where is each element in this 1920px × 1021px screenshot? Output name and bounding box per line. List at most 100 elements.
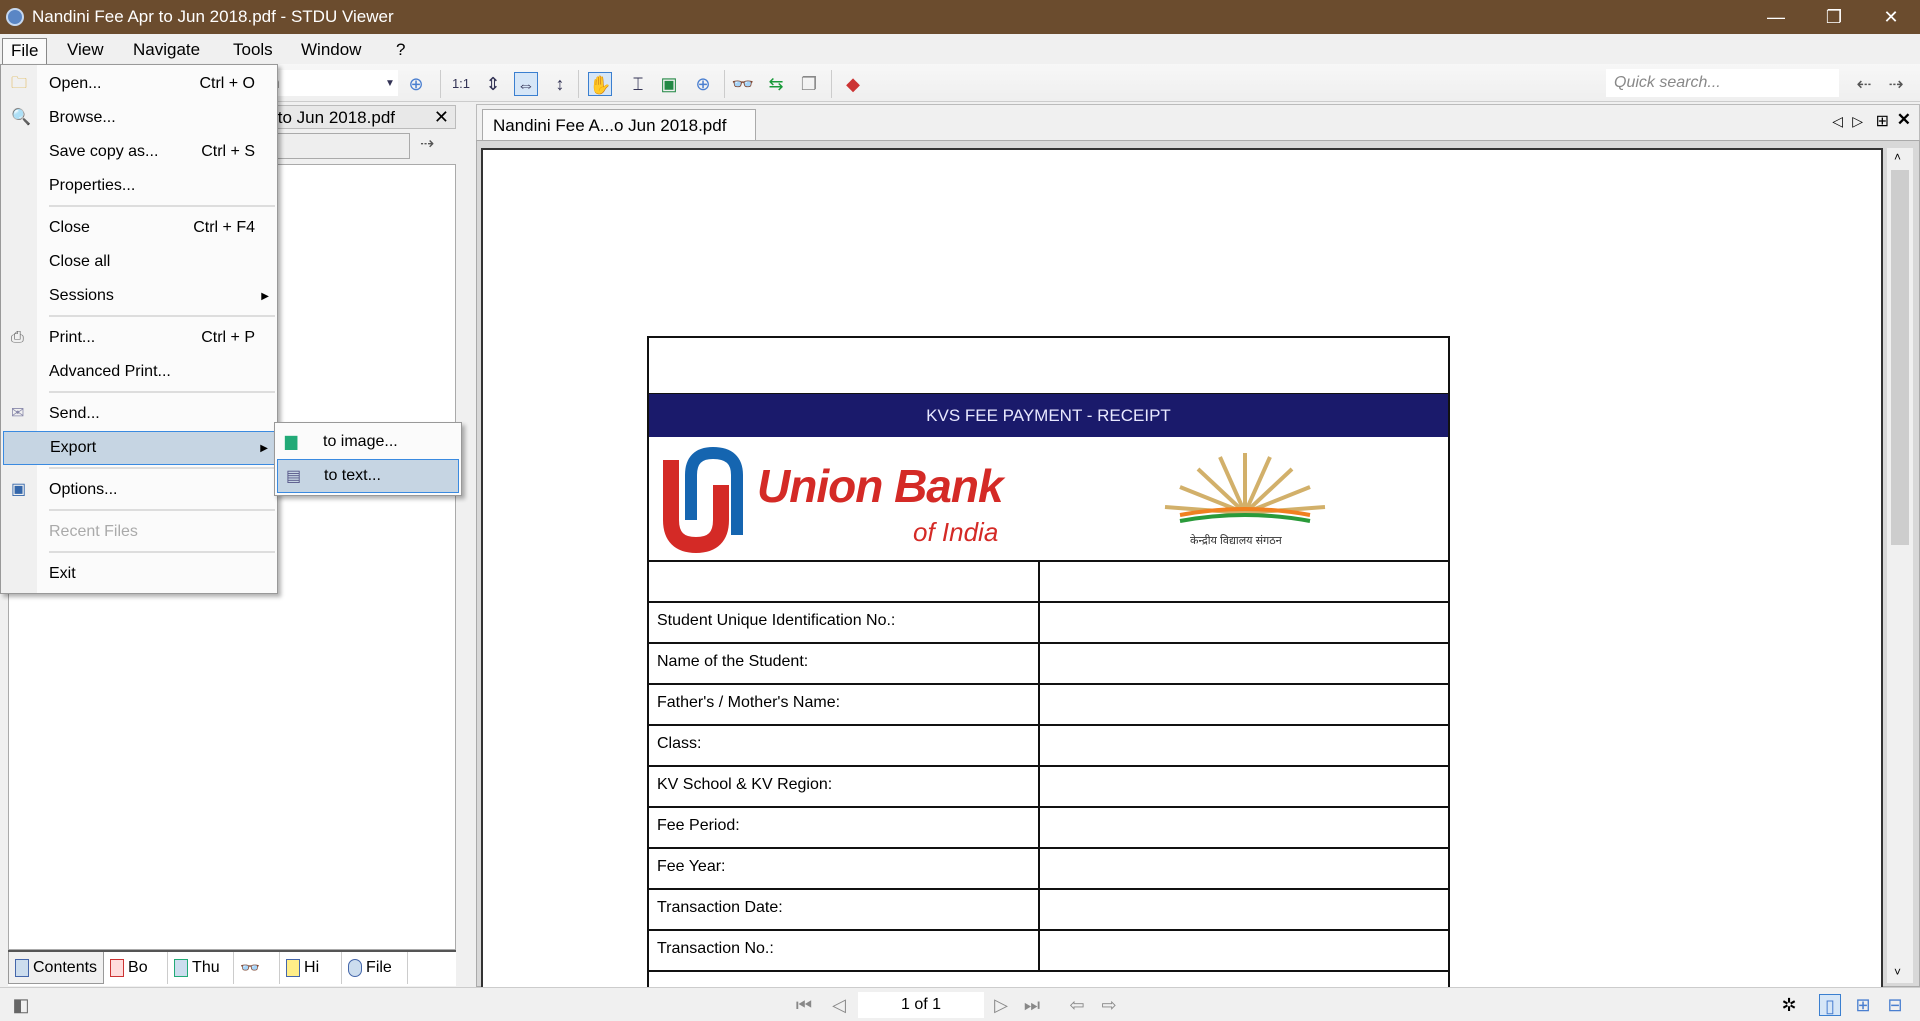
- fit-page-icon[interactable]: ⇕: [481, 72, 505, 96]
- vertical-scrollbar[interactable]: ˄ ˅: [1887, 148, 1913, 983]
- menu-item-to-image[interactable]: ▆ to image...: [277, 425, 459, 459]
- search-previous-icon[interactable]: ⇠: [1852, 72, 1876, 96]
- receipt-field-value: [1040, 808, 1448, 847]
- menu-navigate[interactable]: Navigate: [125, 38, 208, 62]
- tab-contents[interactable]: Contents: [8, 952, 105, 984]
- image-icon: ▆: [285, 433, 298, 450]
- two-page-icon[interactable]: ⊞: [1852, 994, 1874, 1016]
- union-bank-logo: Union Bank of India: [649, 437, 1040, 560]
- app-icon: [6, 8, 24, 26]
- menu-item-send[interactable]: ✉ Send...: [3, 397, 275, 431]
- close-button[interactable]: ✕: [1862, 0, 1920, 34]
- menu-item-label: Sessions: [49, 287, 114, 304]
- union-bank-mark: [663, 446, 743, 554]
- first-page-icon[interactable]: ⏮: [793, 994, 815, 1016]
- scroll-up-icon[interactable]: ˄: [1894, 150, 1901, 164]
- kvs-logo-text: केन्द्रीय विद्यालय संगठन: [1190, 535, 1282, 547]
- receipt-field-value: [1040, 767, 1448, 806]
- page-number-input[interactable]: [858, 992, 984, 1018]
- back-icon[interactable]: ⇦: [1066, 994, 1088, 1016]
- forward-icon[interactable]: ⇨: [1098, 994, 1120, 1016]
- menu-item-export[interactable]: Export ▶: [3, 431, 275, 465]
- tab-label: File: [366, 959, 392, 976]
- swap-arrows-icon[interactable]: ⇆: [764, 72, 788, 96]
- menu-item-print[interactable]: ⎙ Print... Ctrl + P: [3, 321, 275, 355]
- zoom-region-icon[interactable]: ⊕: [691, 72, 715, 96]
- toggle-panel-icon[interactable]: ◧: [10, 994, 32, 1016]
- menu-tools[interactable]: Tools: [225, 38, 281, 62]
- title-bar: Nandini Fee Apr to Jun 2018.pdf - STDU V…: [0, 0, 1920, 34]
- menu-item-save-copy-as[interactable]: Save copy as... Ctrl + S: [3, 135, 275, 169]
- menu-item-exit[interactable]: Exit: [3, 557, 275, 591]
- tab-scroll-left-icon[interactable]: ◁: [1832, 113, 1843, 130]
- receipt-row: Student Unique Identification No.:: [649, 603, 1448, 644]
- bookmark-icon: [110, 959, 125, 977]
- menu-item-label: Print...: [49, 329, 96, 346]
- menu-item-label: Options...: [49, 481, 118, 498]
- receipt-row: KV School & KV Region:: [649, 767, 1448, 808]
- hand-tool-icon[interactable]: ✋: [588, 72, 612, 96]
- dropdown-arrow-icon[interactable]: ▼: [378, 72, 402, 96]
- receipt-field-label: KV School & KV Region:: [649, 767, 1040, 806]
- menu-help[interactable]: ?: [388, 38, 413, 62]
- menu-item-open[interactable]: 🗀 Open... Ctrl + O: [3, 67, 275, 101]
- menu-item-label: to image...: [323, 433, 398, 450]
- submenu-arrow-icon: ▶: [260, 442, 268, 454]
- search-next-icon[interactable]: ⇢: [1884, 72, 1908, 96]
- files-icon: [348, 959, 363, 977]
- menu-item-to-text[interactable]: ▤ to text...: [277, 459, 459, 493]
- restore-button[interactable]: ❐: [1805, 0, 1863, 34]
- tab-document[interactable]: Nandini Fee A...o Jun 2018.pdf: [482, 109, 756, 141]
- menu-item-properties[interactable]: Properties...: [3, 169, 275, 203]
- tab-files[interactable]: File: [342, 952, 409, 984]
- tab-list-icon[interactable]: ⊞: [1876, 111, 1889, 131]
- single-page-icon[interactable]: ▯: [1819, 994, 1841, 1016]
- fit-height-icon[interactable]: ↕: [548, 72, 572, 96]
- actual-size-button[interactable]: 1:1: [449, 72, 473, 96]
- tab-search[interactable]: 👓: [234, 952, 281, 984]
- next-page-icon[interactable]: ▷: [990, 994, 1012, 1016]
- receipt-field-value: [1040, 726, 1448, 765]
- close-tab-icon[interactable]: ✕: [1897, 110, 1911, 130]
- find-icon[interactable]: 👓: [731, 72, 755, 96]
- menu-item-close[interactable]: Close Ctrl + F4: [3, 211, 275, 245]
- tab-scroll-right-icon[interactable]: ▷: [1852, 113, 1863, 130]
- receipt-row: Transaction Date:: [649, 890, 1448, 931]
- menu-item-close-all[interactable]: Close all: [3, 245, 275, 279]
- close-icon[interactable]: ✕: [434, 107, 449, 128]
- export-submenu: ▆ to image... ▤ to text...: [274, 422, 462, 496]
- zoom-in-icon[interactable]: ⊕: [404, 72, 428, 96]
- menu-item-label: Exit: [49, 565, 76, 582]
- menu-view[interactable]: View: [59, 38, 112, 62]
- last-page-icon[interactable]: ⏭: [1021, 994, 1043, 1016]
- tab-bookmarks[interactable]: Bo: [104, 952, 169, 984]
- tab-thumbnails[interactable]: Thu: [168, 952, 235, 984]
- tab-highlights[interactable]: Hi: [280, 952, 343, 984]
- copy-icon[interactable]: ❐: [797, 72, 821, 96]
- menu-item-options[interactable]: ▣ Options...: [3, 473, 275, 507]
- receipt-row: Fee Period:: [649, 808, 1448, 849]
- tab-label: Thu: [192, 959, 220, 976]
- receipt-field-value: [1040, 685, 1448, 724]
- text-file-icon: ▤: [286, 468, 302, 485]
- quick-search-input[interactable]: [1606, 69, 1839, 97]
- receipt-field-label: Student Unique Identification No.:: [649, 603, 1040, 642]
- fit-width-icon[interactable]: ⇔: [514, 72, 538, 96]
- settings-icon[interactable]: ✲: [1778, 994, 1800, 1016]
- previous-page-icon[interactable]: ◁: [828, 994, 850, 1016]
- minimize-button[interactable]: —: [1747, 0, 1805, 34]
- menu-item-advanced-print[interactable]: Advanced Print...: [3, 355, 275, 389]
- scrollbar-thumb[interactable]: [1891, 170, 1909, 545]
- scroll-down-icon[interactable]: ˅: [1894, 965, 1901, 979]
- image-select-icon[interactable]: ▣: [657, 72, 681, 96]
- fee-receipt: KVS FEE PAYMENT - RECEIPT Union Bank of …: [647, 336, 1450, 988]
- bookmark-tool-icon[interactable]: ◆: [841, 72, 865, 96]
- menu-item-label: Browse...: [49, 109, 116, 126]
- text-select-icon[interactable]: ⌶: [626, 72, 650, 96]
- menu-item-sessions[interactable]: Sessions ▶: [3, 279, 275, 313]
- search-icon[interactable]: ⇢: [420, 134, 434, 154]
- menu-item-browse[interactable]: 🔍 Browse...: [3, 101, 275, 135]
- menu-window[interactable]: Window: [293, 38, 369, 62]
- menu-file[interactable]: File: [2, 38, 48, 65]
- continuous-page-icon[interactable]: ⊟: [1884, 994, 1906, 1016]
